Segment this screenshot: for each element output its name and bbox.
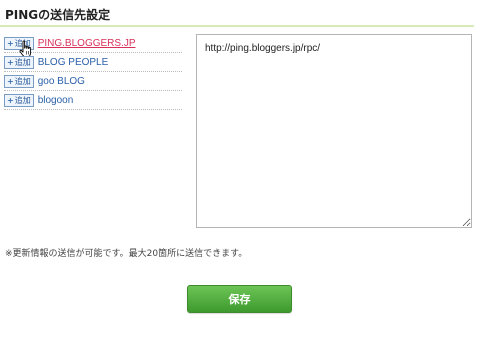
add-button[interactable]: +追加 (4, 74, 34, 88)
plus-icon: + (7, 38, 14, 48)
title-divider (0, 25, 474, 27)
service-link-goo-blog[interactable]: goo BLOG (38, 76, 85, 87)
add-button-label: 追加 (14, 76, 31, 86)
add-button[interactable]: +追加 (4, 93, 34, 107)
ping-service-list: +追加 PING.BLOGGERS.JP +追加 BLOG PEOPLE +追加… (4, 34, 182, 110)
section-title: PINGの送信先設定 (5, 8, 111, 22)
ping-settings-page: PINGの送信先設定 +追加 PING.BLOGGERS.JP +追加 BLOG… (0, 0, 480, 360)
ping-url-textarea[interactable]: http://ping.bloggers.jp/rpc/ (196, 34, 472, 228)
list-item: +追加 PING.BLOGGERS.JP (4, 34, 182, 58)
service-link-ping-bloggers[interactable]: PING.BLOGGERS.JP (38, 38, 136, 49)
plus-icon: + (7, 76, 14, 86)
help-note: ※更新情報の送信が可能です。最大20箇所に送信できます。 (5, 249, 248, 259)
plus-icon: + (7, 95, 14, 105)
list-item: +追加 blogoon (4, 91, 182, 110)
list-item: +追加 BLOG PEOPLE (4, 53, 182, 72)
service-link-blog-people[interactable]: BLOG PEOPLE (38, 57, 109, 68)
list-item: +追加 goo BLOG (4, 72, 182, 91)
save-button[interactable]: 保存 (187, 285, 292, 313)
add-button-label: 追加 (14, 95, 31, 105)
add-button[interactable]: +追加 (4, 55, 34, 69)
add-button-label: 追加 (14, 57, 31, 67)
plus-icon: + (7, 57, 14, 67)
service-link-blogoon[interactable]: blogoon (38, 95, 74, 106)
